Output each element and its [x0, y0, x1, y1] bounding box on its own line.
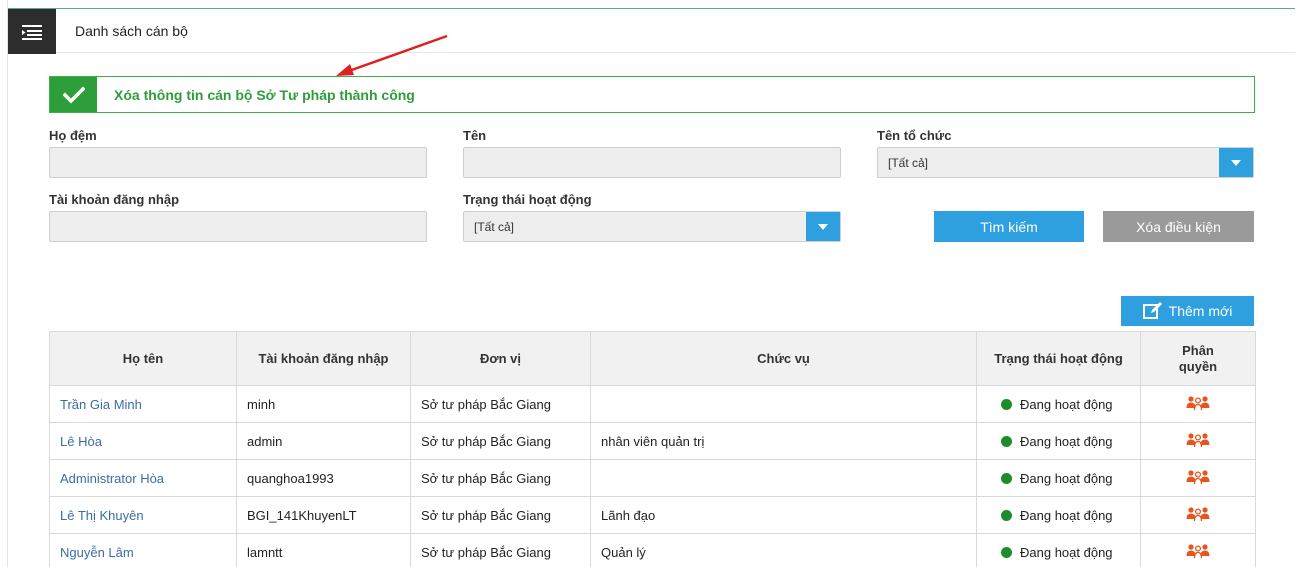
user-group-permission-icon[interactable] [1186, 506, 1210, 525]
staff-position [590, 385, 977, 423]
table-row: Administrator Hòa quanghoa1993 Sở tư phá… [49, 459, 1256, 497]
page-title: Danh sách cán bộ [75, 23, 188, 39]
staff-account: BGI_141KhuyenLT [236, 496, 411, 534]
tai-khoan-label: Tài khoản đăng nhập [49, 192, 180, 207]
status-text: Đang hoạt động [1020, 396, 1113, 412]
staff-position: Quản lý [590, 533, 977, 567]
permission-cell [1140, 459, 1256, 497]
trang-thai-select[interactable]: [Tất cả] [463, 211, 841, 242]
table-row: Lê Hòa admin Sở tư pháp Bắc Giang nhân v… [49, 422, 1256, 460]
search-button[interactable]: Tìm kiếm [934, 211, 1084, 242]
staff-account: admin [236, 422, 411, 460]
ho-dem-input[interactable] [49, 147, 427, 178]
col-header-tai-khoan[interactable]: Tài khoản đăng nhập [236, 331, 411, 386]
col-header-phan-quyen: Phân quyền [1140, 331, 1256, 386]
tai-khoan-input[interactable] [49, 211, 427, 242]
status-dot-icon [1001, 398, 1012, 410]
status-dot-icon [1001, 509, 1012, 521]
status-dot-icon [1001, 435, 1012, 447]
staff-name-link[interactable]: Nguyễn Lâm [49, 533, 237, 567]
to-chuc-selected-value: [Tất cả] [888, 155, 929, 170]
staff-position [590, 459, 977, 497]
staff-status: Đang hoạt động [976, 459, 1141, 497]
staff-status: Đang hoạt động [976, 385, 1141, 423]
table-header-row: Họ tên Tài khoản đăng nhập Đơn vị Chức v… [49, 331, 1256, 386]
add-new-button[interactable]: Thêm mới [1121, 296, 1254, 326]
staff-unit: Sở tư pháp Bắc Giang [410, 533, 591, 567]
table-row: Lê Thị Khuyên BGI_141KhuyenLT Sở tư pháp… [49, 496, 1256, 534]
user-group-permission-icon[interactable] [1186, 469, 1210, 488]
user-group-permission-icon[interactable] [1186, 432, 1210, 451]
user-group-permission-icon[interactable] [1186, 543, 1210, 562]
table-row: Nguyễn Lâm lamntt Sở tư pháp Bắc Giang Q… [49, 533, 1256, 567]
to-chuc-select[interactable]: [Tất cả] [877, 147, 1254, 178]
trang-thai-selected-value: [Tất cả] [474, 219, 515, 234]
hamburger-menu-icon[interactable] [8, 9, 56, 54]
staff-name-link[interactable]: Lê Hòa [49, 422, 237, 460]
staff-name-link[interactable]: Trần Gia Minh [49, 385, 237, 423]
staff-unit: Sở tư pháp Bắc Giang [410, 496, 591, 534]
status-text: Đang hoạt động [1020, 433, 1113, 449]
add-new-label: Thêm mới [1168, 303, 1233, 319]
staff-unit: Sở tư pháp Bắc Giang [410, 422, 591, 460]
chevron-down-icon[interactable] [806, 212, 840, 241]
top-bar: Danh sách cán bộ [8, 8, 1295, 54]
permission-cell [1140, 533, 1256, 567]
status-text: Đang hoạt động [1020, 470, 1113, 486]
chevron-down-icon[interactable] [1219, 148, 1253, 177]
staff-account: minh [236, 385, 411, 423]
status-text: Đang hoạt động [1020, 544, 1113, 560]
permission-cell [1140, 422, 1256, 460]
to-chuc-label: Tên tổ chức [877, 128, 952, 143]
permission-cell [1140, 496, 1256, 534]
success-alert: Xóa thông tin cán bộ Sở Tư pháp thành cô… [49, 76, 1255, 113]
ho-dem-label: Họ đệm [49, 128, 97, 143]
staff-account: quanghoa1993 [236, 459, 411, 497]
staff-position: Lãnh đạo [590, 496, 977, 534]
staff-unit: Sở tư pháp Bắc Giang [410, 459, 591, 497]
edit-icon [1142, 301, 1163, 322]
col-header-ho-ten[interactable]: Họ tên [49, 331, 237, 386]
status-text: Đang hoạt động [1020, 507, 1113, 523]
staff-table: Họ tên Tài khoản đăng nhập Đơn vị Chức v… [49, 331, 1256, 567]
clear-filters-button[interactable]: Xóa điều kiện [1103, 211, 1254, 242]
staff-status: Đang hoạt động [976, 496, 1141, 534]
permission-cell [1140, 385, 1256, 423]
col-header-chuc-vu[interactable]: Chức vụ [590, 331, 977, 386]
user-group-permission-icon[interactable] [1186, 395, 1210, 414]
alert-message: Xóa thông tin cán bộ Sở Tư pháp thành cô… [114, 86, 415, 103]
staff-account: lamntt [236, 533, 411, 567]
col-header-trang-thai[interactable]: Trạng thái hoạt động [976, 331, 1141, 386]
staff-status: Đang hoạt động [976, 422, 1141, 460]
staff-status: Đang hoạt động [976, 533, 1141, 567]
staff-position: nhân viên quản trị [590, 422, 977, 460]
staff-unit: Sở tư pháp Bắc Giang [410, 385, 591, 423]
col-header-don-vi[interactable]: Đơn vị [410, 331, 591, 386]
trang-thai-label: Trạng thái hoạt động [463, 192, 592, 207]
status-dot-icon [1001, 546, 1012, 558]
check-icon [50, 77, 97, 112]
ten-label: Tên [463, 128, 487, 143]
status-dot-icon [1001, 472, 1012, 484]
table-row: Trần Gia Minh minh Sở tư pháp Bắc Giang … [49, 385, 1256, 423]
ten-input[interactable] [463, 147, 841, 178]
window-frame [0, 0, 8, 567]
staff-name-link[interactable]: Lê Thị Khuyên [49, 496, 237, 534]
staff-name-link[interactable]: Administrator Hòa [49, 459, 237, 497]
